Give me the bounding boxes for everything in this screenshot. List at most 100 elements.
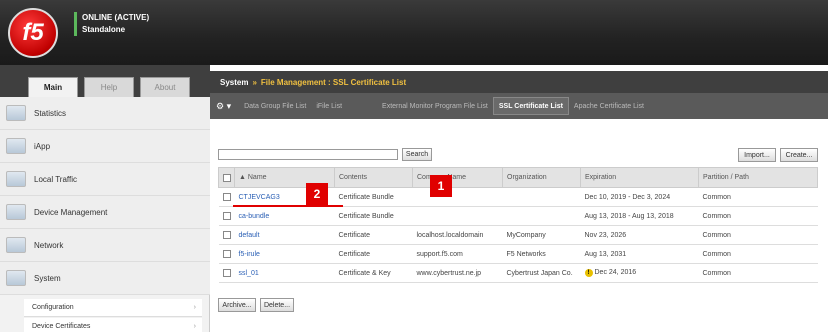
chevron-right-icon: › (193, 323, 196, 330)
breadcrumb-current: File Management : SSL Certificate List (260, 77, 407, 87)
subnav-label: Configuration (32, 304, 74, 311)
tab-ssl-certificate-list[interactable]: SSL Certificate List (492, 97, 569, 115)
tab-main[interactable]: Main (28, 77, 78, 97)
cert-common-name: localhost.localdomain (412, 225, 503, 245)
f5-logo[interactable]: f5 (8, 8, 58, 58)
subnav-label: Device Certificates (32, 323, 91, 330)
table-row: f5-irule Certificate support.f5.com F5 N… (218, 244, 818, 264)
tab-apache-certificate-list[interactable]: Apache Certificate List (569, 97, 649, 115)
annotation-underline (233, 205, 343, 207)
nav-item-label: iApp (34, 141, 51, 151)
search-input[interactable] (218, 149, 398, 160)
cert-expiration: Nov 23, 2026 (580, 225, 699, 245)
column-header-contents[interactable]: Contents (334, 167, 413, 188)
cert-contents: Certificate (334, 225, 413, 245)
nav-item-network[interactable]: Network (0, 229, 210, 262)
nav-item-label: Device Management (34, 207, 108, 217)
cert-organization: F5 Networks (502, 244, 581, 264)
cert-partition: Common (698, 263, 818, 283)
local-traffic-icon (6, 171, 26, 187)
gear-icon[interactable]: ⚙ ▾ (216, 101, 231, 112)
search-button[interactable]: Search (402, 148, 432, 161)
cert-expiration: Aug 13, 2018 - Aug 13, 2018 (580, 206, 699, 226)
cert-name-link[interactable]: f5-irule (234, 244, 335, 264)
cert-common-name: www.cybertrust.ne.jp (412, 263, 503, 283)
cert-contents: Certificate Bundle (334, 187, 413, 207)
cert-organization: Cybertrust Japan Co. (502, 263, 581, 283)
import-button[interactable]: Import... (738, 148, 776, 162)
iapp-icon (6, 138, 26, 154)
row-checkbox[interactable] (218, 206, 235, 226)
tab-external-monitor-program-file-list[interactable]: External Monitor Program File List (377, 97, 493, 115)
cert-name-link[interactable]: ssl_01 (234, 263, 335, 283)
tab-ifile-list[interactable]: iFile List (311, 97, 347, 115)
annotation-callout-2: 2 (306, 183, 328, 205)
nav-item-label: Local Traffic (34, 174, 77, 184)
cert-expiration: ! Dec 24, 2016 (580, 263, 699, 283)
nav-tabs: Main Help About (0, 65, 210, 97)
left-nav: Main Help About Statistics iApp Local Tr… (0, 65, 210, 332)
cert-contents: Certificate & Key (334, 263, 413, 283)
table-row: ca-bundle Certificate Bundle Aug 13, 201… (218, 206, 818, 226)
cert-partition: Common (698, 244, 818, 264)
row-checkbox[interactable] (218, 225, 235, 245)
status-line-online: ONLINE (ACTIVE) (82, 13, 150, 22)
select-all-checkbox[interactable] (218, 167, 235, 188)
delete-button[interactable]: Delete... (260, 298, 294, 312)
device-management-icon (6, 204, 26, 220)
cert-common-name (412, 187, 503, 207)
nav-item-label: Network (34, 240, 64, 250)
column-header-partition[interactable]: Partition / Path (698, 167, 818, 188)
cert-partition: Common (698, 206, 818, 226)
nav-item-label: Statistics (34, 108, 67, 118)
column-header-expiration[interactable]: Expiration (580, 167, 699, 188)
tab-help[interactable]: Help (84, 77, 134, 97)
annotation-callout-1: 1 (430, 175, 452, 197)
top-banner: f5 ONLINE (ACTIVE) Standalone (0, 0, 828, 65)
row-checkbox[interactable] (218, 187, 235, 207)
nav-item-label: System (34, 273, 61, 283)
breadcrumb-root[interactable]: System (220, 78, 248, 87)
create-button[interactable]: Create... (780, 148, 818, 162)
network-icon (6, 237, 26, 253)
nav-item-device-management[interactable]: Device Management (0, 196, 210, 229)
cert-name-link[interactable]: default (234, 225, 335, 245)
archive-button[interactable]: Archive... (218, 298, 256, 312)
cert-contents: Certificate (334, 244, 413, 264)
nav-item-system[interactable]: System (0, 262, 210, 295)
cert-expiration: Dec 10, 2019 - Dec 3, 2024 (580, 187, 699, 207)
nav-item-iapp[interactable]: iApp (0, 130, 210, 163)
tab-data-group-file-list[interactable]: Data Group File List (239, 97, 311, 115)
cert-name-link[interactable]: ca-bundle (234, 206, 335, 226)
cert-expiration-text: Dec 24, 2016 (594, 269, 637, 276)
row-checkbox[interactable] (218, 244, 235, 264)
logo-text: f5 (22, 19, 44, 46)
cert-common-name: support.f5.com (412, 244, 503, 264)
row-checkbox[interactable] (218, 263, 235, 283)
cert-contents: Certificate Bundle (334, 206, 413, 226)
cert-partition: Common (698, 187, 818, 207)
column-header-common-name[interactable]: Common Name (412, 167, 503, 188)
cert-organization (502, 187, 581, 207)
tab-about[interactable]: About (140, 77, 190, 97)
table-row: ssl_01 Certificate & Key www.cybertrust.… (218, 263, 818, 283)
cert-organization (502, 206, 581, 226)
sub-tab-bar: ⚙ ▾ Data Group File List iFile List Exte… (210, 93, 828, 119)
subnav-item-device-certificates[interactable]: Device Certificates › (24, 318, 202, 332)
subnav-item-configuration[interactable]: Configuration › (24, 299, 202, 317)
nav-item-statistics[interactable]: Statistics (0, 97, 210, 130)
chevron-right-icon: › (193, 304, 196, 311)
nav-item-local-traffic[interactable]: Local Traffic (0, 163, 210, 196)
system-icon (6, 270, 26, 286)
cert-common-name (412, 206, 503, 226)
breadcrumb: System » File Management : SSL Certifica… (210, 71, 828, 93)
cert-partition: Common (698, 225, 818, 245)
cert-expiration: Aug 13, 2031 (580, 244, 699, 264)
device-status: ONLINE (ACTIVE) Standalone (74, 12, 149, 36)
warning-icon: ! (584, 269, 593, 277)
table-row: default Certificate localhost.localdomai… (218, 225, 818, 245)
column-header-organization[interactable]: Organization (502, 167, 581, 188)
breadcrumb-separator: » (252, 77, 257, 87)
statistics-icon (6, 105, 26, 121)
status-line-mode: Standalone (82, 25, 126, 34)
